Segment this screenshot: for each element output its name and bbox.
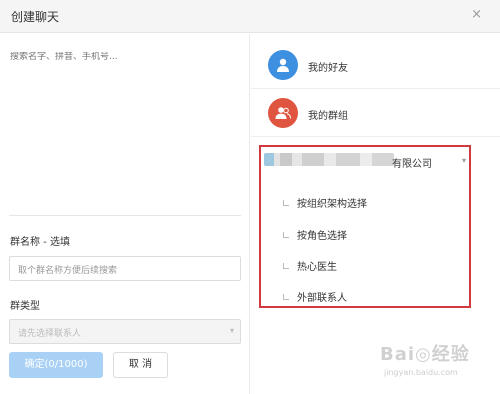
- group-name-field[interactable]: 取个群名称方便后续搜索: [9, 256, 241, 281]
- org-name-blurred: [264, 153, 394, 166]
- tree-item-org-structure[interactable]: 按组织架构选择: [283, 195, 367, 210]
- watermark: Bai◎经验 jingyan.baidu.com: [362, 338, 492, 388]
- tree-connector-icon: [283, 200, 289, 206]
- chevron-down-icon: ▾: [229, 326, 234, 335]
- group-type-select[interactable]: 请先选择联系人 ▾: [9, 319, 241, 344]
- tree-connector-icon: [283, 232, 289, 238]
- left-panel: 群名称 - 选填 取个群名称方便后续搜索 群类型 请先选择联系人 ▾ 确定(0/…: [0, 34, 250, 394]
- group-name-placeholder: 取个群名称方便后续搜索: [18, 266, 118, 276]
- group-name-label: 群名称 - 选填: [10, 237, 70, 248]
- divider: [9, 215, 241, 216]
- cancel-button[interactable]: 取 消: [113, 352, 168, 378]
- watermark-url: jingyan.baidu.com: [384, 368, 458, 377]
- chevron-down-icon[interactable]: ▾: [462, 156, 466, 165]
- dialog-title: 创建聊天: [11, 10, 60, 24]
- user-icon: [268, 50, 298, 80]
- row-my-friends[interactable]: 我的好友: [251, 42, 500, 89]
- row-label: 我的群组: [308, 111, 348, 122]
- tree-connector-icon: [283, 263, 289, 269]
- row-my-groups[interactable]: 我的群组: [251, 90, 500, 137]
- row-label: 我的好友: [308, 63, 348, 74]
- tree-item-doctors[interactable]: 热心医生: [283, 258, 337, 273]
- watermark-logo: Bai◎经验: [380, 344, 470, 365]
- tree-item-external-contacts[interactable]: 外部联系人: [283, 289, 347, 304]
- org-name[interactable]: 有限公司: [392, 155, 432, 170]
- tree-item-by-role[interactable]: 按角色选择: [283, 227, 347, 242]
- close-icon[interactable]: ×: [471, 7, 482, 22]
- tree-connector-icon: [283, 294, 289, 300]
- search-input[interactable]: [10, 52, 240, 62]
- group-type-placeholder: 请先选择联系人: [18, 329, 82, 339]
- dialog-header: 创建聊天 ×: [0, 0, 500, 33]
- group-type-label: 群类型: [10, 301, 40, 312]
- confirm-button[interactable]: 确定(0/1000): [9, 352, 103, 378]
- group-icon: [268, 98, 298, 128]
